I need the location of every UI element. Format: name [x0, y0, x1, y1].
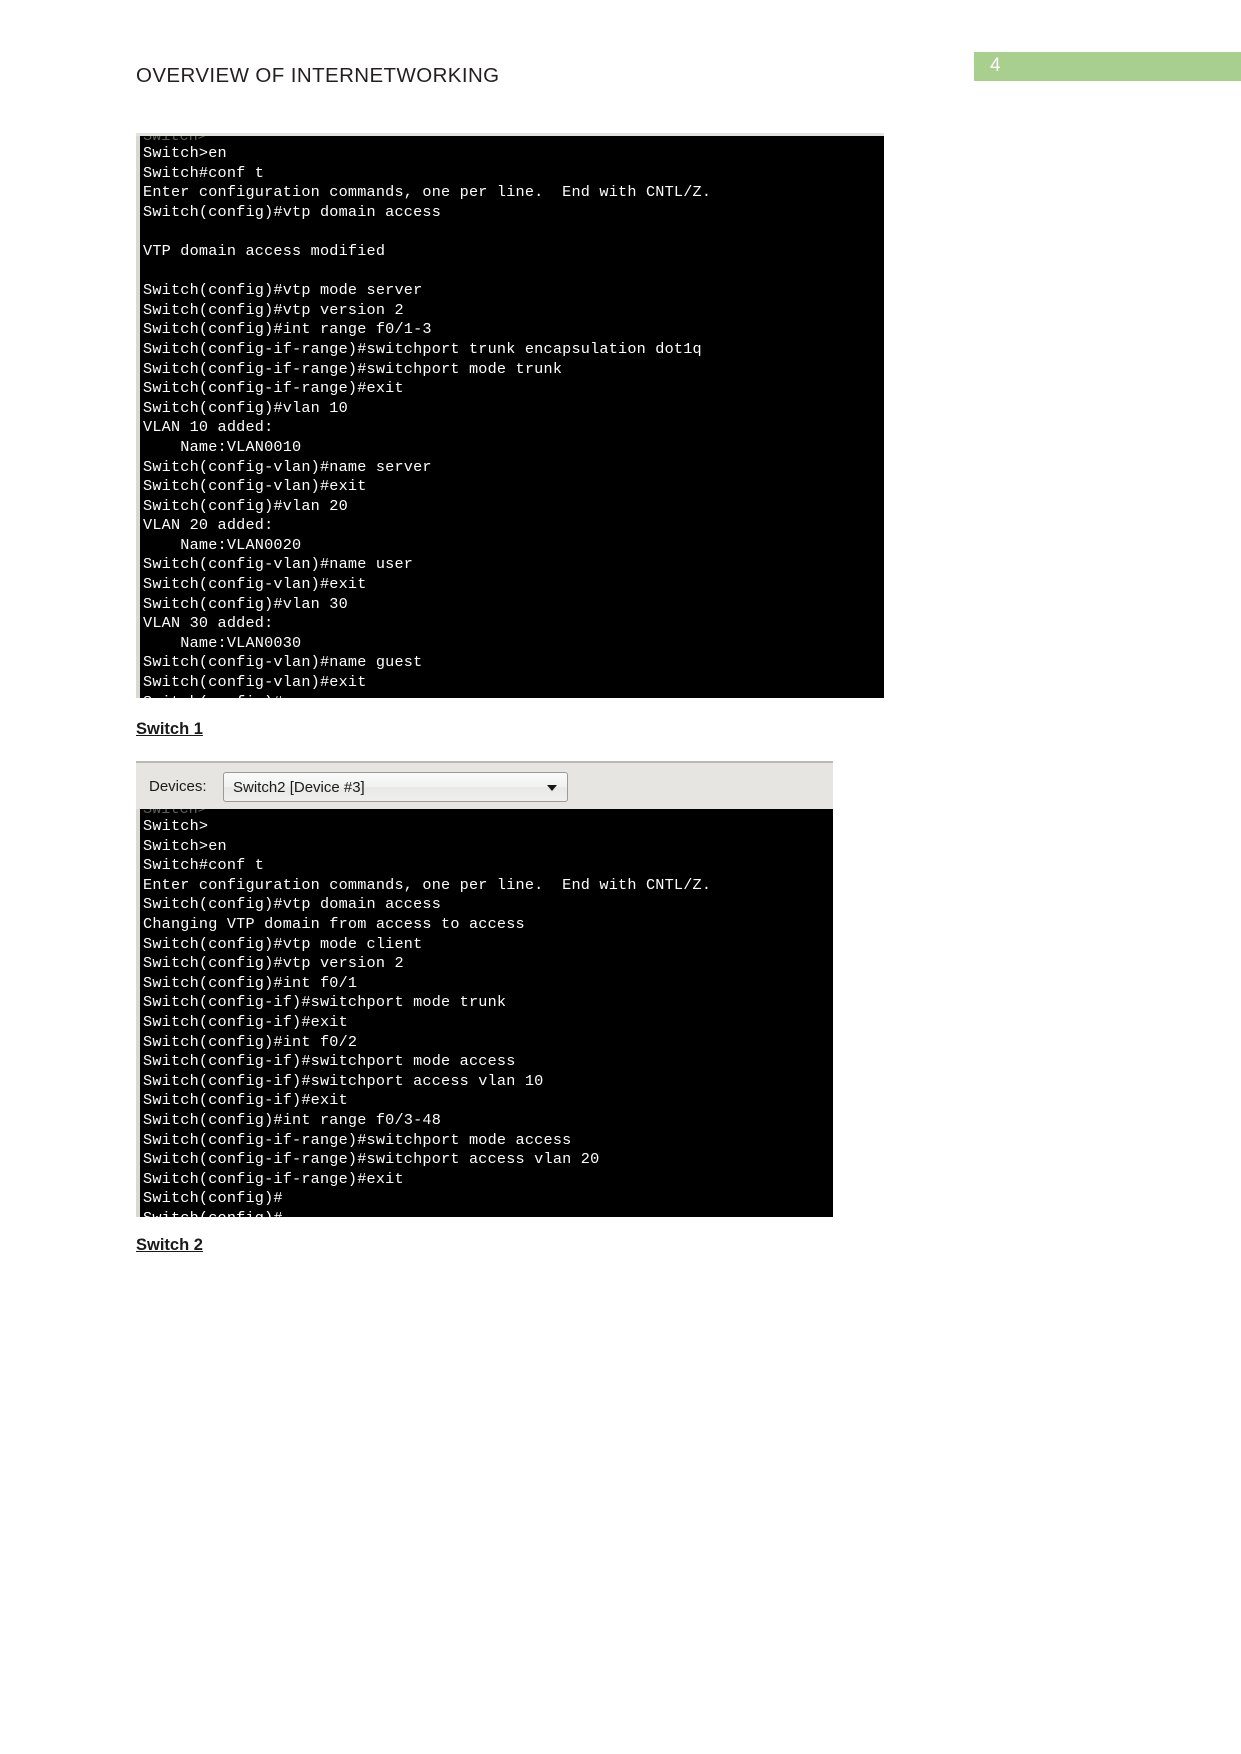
console-line: Switch(config-if)#switchport access vlan…	[143, 1071, 544, 1090]
console-line: Name:VLAN0030	[143, 633, 302, 652]
devices-select[interactable]: Switch2 [Device #3]	[223, 772, 568, 802]
console-line: Switch(config-if-range)#switchport mode …	[143, 359, 563, 378]
console-line: Switch(config)#	[143, 693, 884, 698]
console-line: Switch(config)#vtp domain access	[143, 895, 442, 914]
console-line: Switch(config)#vtp mode client	[143, 934, 423, 953]
console-line: Switch(config)#vlan 10	[143, 398, 348, 417]
switch2-console-output: Switch> Switch> Switch>en Switch#conf t Ent…	[136, 809, 833, 1217]
console-line: Switch(config)#vtp version 2	[143, 954, 404, 973]
console-line: Name:VLAN0020	[143, 535, 302, 554]
console-line: VLAN 10 added:	[143, 418, 274, 437]
console-line: Switch#conf t	[143, 856, 265, 875]
console-line: Switch(config-if-range)#exit	[143, 379, 404, 398]
caption-switch-1: Switch 1	[136, 720, 203, 738]
console-line: Name:VLAN0010	[143, 437, 302, 456]
console-line: Switch(config-vlan)#name server	[143, 457, 432, 476]
console-line: Switch(config)#int range f0/3-48	[143, 1110, 442, 1129]
console-line: Switch(config-if)#switchport mode trunk	[143, 993, 507, 1012]
console-line: Switch(config-vlan)#exit	[143, 673, 367, 692]
console-line: Switch(config)#vlan 30	[143, 594, 348, 613]
console-line: Switch(config)#vtp domain access	[143, 202, 442, 221]
caption-switch-2: Switch 2	[136, 1236, 203, 1254]
page-number-text: 4	[990, 55, 1001, 76]
console-line: Switch(config)#int f0/1	[143, 973, 358, 992]
console-line: VLAN 20 added:	[143, 516, 274, 535]
console-line: Switch(config-vlan)#name user	[143, 555, 414, 574]
console-line: Switch(config-if)#exit	[143, 1091, 348, 1110]
console-left-rail	[136, 809, 140, 1217]
console-line: Switch(config-vlan)#exit	[143, 477, 367, 496]
console-line: Switch(config)#vtp version 2	[143, 300, 404, 319]
console-line: VLAN 30 added:	[143, 614, 274, 633]
console-line: Enter configuration commands, one per li…	[143, 183, 712, 202]
console-line-list: Switch> Switch>en Switch#conf t Enter confi…	[143, 817, 833, 1217]
console-line: Switch(config-vlan)#name guest	[143, 653, 423, 672]
console-line: Switch>en	[143, 144, 227, 162]
devices-label: Devices:	[149, 778, 207, 795]
console-line-list: Switch>en Switch#conf t Enter configuratio…	[143, 144, 884, 698]
console-line: Switch>	[143, 817, 209, 835]
console-line: Switch(config)#int range f0/1-3	[143, 320, 432, 339]
devices-select-value: Switch2 [Device #3]	[233, 779, 365, 796]
console-line: Switch(config-if)#exit	[143, 1012, 348, 1031]
console-line: Switch#conf t	[143, 163, 265, 182]
console-line: Switch(config)#	[143, 1209, 833, 1217]
console-line: Changing VTP domain from access to acces…	[143, 914, 525, 933]
console-line: Switch(config)#vtp mode server	[143, 281, 423, 300]
document-header: OVERVIEW OF INTERNETWORKING 4	[0, 0, 1241, 110]
console-line: Switch>en	[143, 836, 227, 855]
console-line: Switch(config-if-range)#switchport mode …	[143, 1130, 572, 1149]
console-line: Switch(config-vlan)#exit	[143, 575, 367, 594]
page-title: OVERVIEW OF INTERNETWORKING	[136, 64, 500, 87]
console-line: Switch(config-if)#switchport mode access	[143, 1052, 516, 1071]
console-line: Switch(config-if-range)#switchport acces…	[143, 1150, 600, 1169]
chevron-down-icon[interactable]	[547, 785, 557, 791]
console-line: Enter configuration commands, one per li…	[143, 875, 712, 894]
console-line: Switch(config)#vlan 20	[143, 496, 348, 515]
switch1-console-output: Switch> Switch>en Switch#conf t Enter conf…	[136, 133, 884, 698]
page-number-badge: 4	[974, 52, 1241, 81]
console-line: Switch(config-if-range)#exit	[143, 1169, 404, 1188]
console-left-rail	[136, 136, 140, 698]
console-line: Switch(config)#int f0/2	[143, 1032, 358, 1051]
console-line: Switch(config-if-range)#switchport trunk…	[143, 339, 702, 358]
console-line: VTP domain access modified	[143, 241, 386, 260]
devices-toolbar: Devices: Switch2 [Device #3]	[136, 761, 833, 809]
console-line: Switch(config)#	[143, 1189, 283, 1208]
